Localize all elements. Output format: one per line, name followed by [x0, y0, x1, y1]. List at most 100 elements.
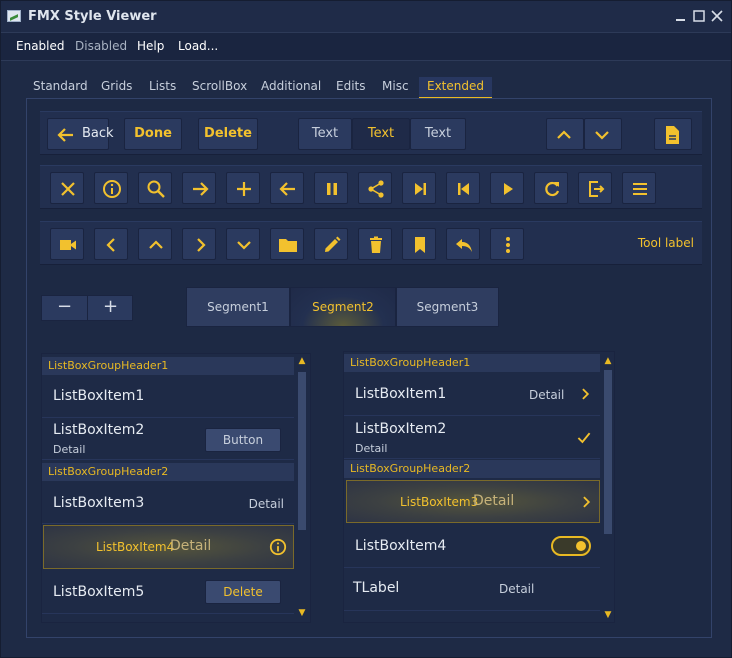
tlabel-detail: Detail	[499, 582, 535, 596]
menu-disabled[interactable]: Disabled	[75, 39, 127, 53]
play-icon	[504, 183, 513, 195]
tab-edits[interactable]: Edits	[336, 77, 366, 99]
chevron-right-button[interactable]	[182, 228, 216, 260]
menu-help[interactable]: Help	[137, 39, 164, 53]
tab-misc[interactable]: Misc	[382, 77, 409, 99]
search-button[interactable]	[138, 172, 172, 204]
menu-load[interactable]: Load...	[178, 39, 218, 53]
scrollbar-right[interactable]: ▲ ▼	[602, 352, 614, 622]
toggle-switch[interactable]	[551, 536, 591, 556]
play-button[interactable]	[490, 172, 524, 204]
info-button[interactable]	[94, 172, 128, 204]
chevron-up-small-button[interactable]	[138, 228, 172, 260]
list-item-2[interactable]: ListBoxItem2 Detail	[344, 416, 600, 459]
tool-label: Tool label	[637, 236, 694, 250]
list-item-1[interactable]: ListBoxItem1 Detail	[344, 373, 600, 416]
exit-button[interactable]	[578, 172, 612, 204]
refresh-icon	[545, 181, 560, 197]
tab-scrollbox[interactable]: ScrollBox	[192, 77, 247, 99]
list-item-1[interactable]: ListBoxItem1	[42, 376, 294, 418]
list-item-4[interactable]: ListBoxItem4	[344, 525, 600, 568]
scroll-thumb[interactable]	[298, 372, 306, 530]
list-group-header: ListBoxGroupHeader2	[344, 460, 600, 478]
segment-3[interactable]: Segment3	[396, 287, 499, 327]
chevron-down-icon	[595, 131, 609, 140]
close-button[interactable]	[50, 172, 84, 204]
add-button[interactable]	[226, 172, 260, 204]
bookmark-button[interactable]	[402, 228, 436, 260]
scroll-down-icon[interactable]: ▼	[297, 608, 307, 618]
list-item-label: ListBoxItem1	[53, 388, 145, 404]
done-button[interactable]: Done	[124, 118, 182, 150]
backward-button[interactable]	[270, 172, 304, 204]
maximize-icon[interactable]	[691, 8, 707, 24]
folder-button[interactable]	[270, 228, 304, 260]
tab-lists[interactable]: Lists	[149, 77, 176, 99]
menu-enabled[interactable]: Enabled	[16, 39, 65, 53]
list-item-5[interactable]: ListBoxItem5 Delete	[42, 572, 294, 614]
tab-standard[interactable]: Standard	[33, 77, 88, 99]
reply-button[interactable]	[446, 228, 480, 260]
text-segment-3[interactable]: Text	[410, 118, 466, 150]
reply-icon	[456, 239, 472, 252]
chevron-down-small-button[interactable]	[226, 228, 260, 260]
list-item-button[interactable]: Button	[205, 428, 281, 452]
scroll-up-icon[interactable]: ▲	[603, 356, 613, 366]
app-icon	[7, 10, 21, 22]
tab-grids[interactable]: Grids	[101, 77, 132, 99]
minimize-icon[interactable]	[673, 8, 689, 24]
chevron-up-button[interactable]	[546, 118, 584, 150]
segmented-control: Segment1 Segment2 Segment3	[186, 287, 499, 327]
share-button[interactable]	[358, 172, 392, 204]
list-group-header: ListBoxGroupHeader1	[42, 357, 294, 375]
skip-next-button[interactable]	[402, 172, 436, 204]
scroll-up-icon[interactable]: ▲	[297, 356, 307, 366]
tab-additional[interactable]: Additional	[261, 77, 321, 99]
document-icon	[666, 126, 679, 144]
skip-previous-icon	[458, 183, 469, 195]
segment-1[interactable]: Segment1	[186, 287, 290, 327]
list-item-2[interactable]: ListBoxItem2 Detail Button	[42, 418, 294, 460]
document-button[interactable]	[654, 118, 692, 150]
listbox-left[interactable]: ListBoxGroupHeader1 ListBoxItem1 ListBox…	[41, 353, 311, 623]
chevron-up-icon	[557, 130, 571, 139]
listbox-right[interactable]: ListBoxGroupHeader1 ListBoxItem1 Detail …	[343, 351, 615, 623]
scrollbar-left[interactable]: ▲ ▼	[296, 354, 308, 622]
tab-extended[interactable]: Extended	[419, 77, 492, 99]
menu-button[interactable]	[622, 172, 656, 204]
pause-button[interactable]	[314, 172, 348, 204]
text-segment-2[interactable]: Text	[352, 118, 410, 150]
camera-button[interactable]	[50, 228, 84, 260]
forward-button[interactable]	[182, 172, 216, 204]
back-button[interactable]: Back	[47, 118, 114, 150]
trash-button[interactable]	[358, 228, 392, 260]
video-camera-icon	[60, 240, 76, 250]
delete-item-button[interactable]: Delete	[205, 580, 281, 604]
toolbar-top: Back Done Delete Text Text Text	[40, 111, 702, 155]
arrow-left-icon	[279, 182, 295, 196]
info-icon	[103, 180, 121, 198]
stepper-minus-button[interactable]: −	[42, 296, 87, 320]
info-icon[interactable]	[269, 538, 287, 556]
close-window-icon[interactable]	[709, 8, 725, 24]
scroll-down-icon[interactable]: ▼	[603, 610, 613, 620]
skip-next-icon	[415, 183, 426, 195]
list-item-3[interactable]: ListBoxItem3 Detail	[42, 482, 294, 524]
plus-icon	[237, 182, 251, 196]
chevron-left-button[interactable]	[94, 228, 128, 260]
more-button[interactable]	[490, 228, 524, 260]
text-segment-1[interactable]: Text	[298, 118, 352, 150]
delete-button[interactable]: Delete	[198, 118, 258, 150]
edit-button[interactable]	[314, 228, 348, 260]
list-item-label: ListBoxItem4	[96, 540, 175, 554]
chevron-down-button[interactable]	[584, 118, 622, 150]
refresh-button[interactable]	[534, 172, 568, 204]
segment-2[interactable]: Segment2	[290, 287, 396, 327]
list-item-4-selected[interactable]: ListBoxItem4 Detail	[43, 525, 294, 569]
app-window: FMX Style Viewer Enabled Disabled Help L…	[0, 0, 732, 658]
list-item-label: ListBoxItem4	[355, 538, 447, 554]
scroll-thumb[interactable]	[604, 370, 612, 534]
stepper-plus-button[interactable]: +	[88, 296, 133, 320]
skip-previous-button[interactable]	[446, 172, 480, 204]
list-item-3-selected[interactable]: ListBoxItem3 Detail	[346, 480, 600, 523]
